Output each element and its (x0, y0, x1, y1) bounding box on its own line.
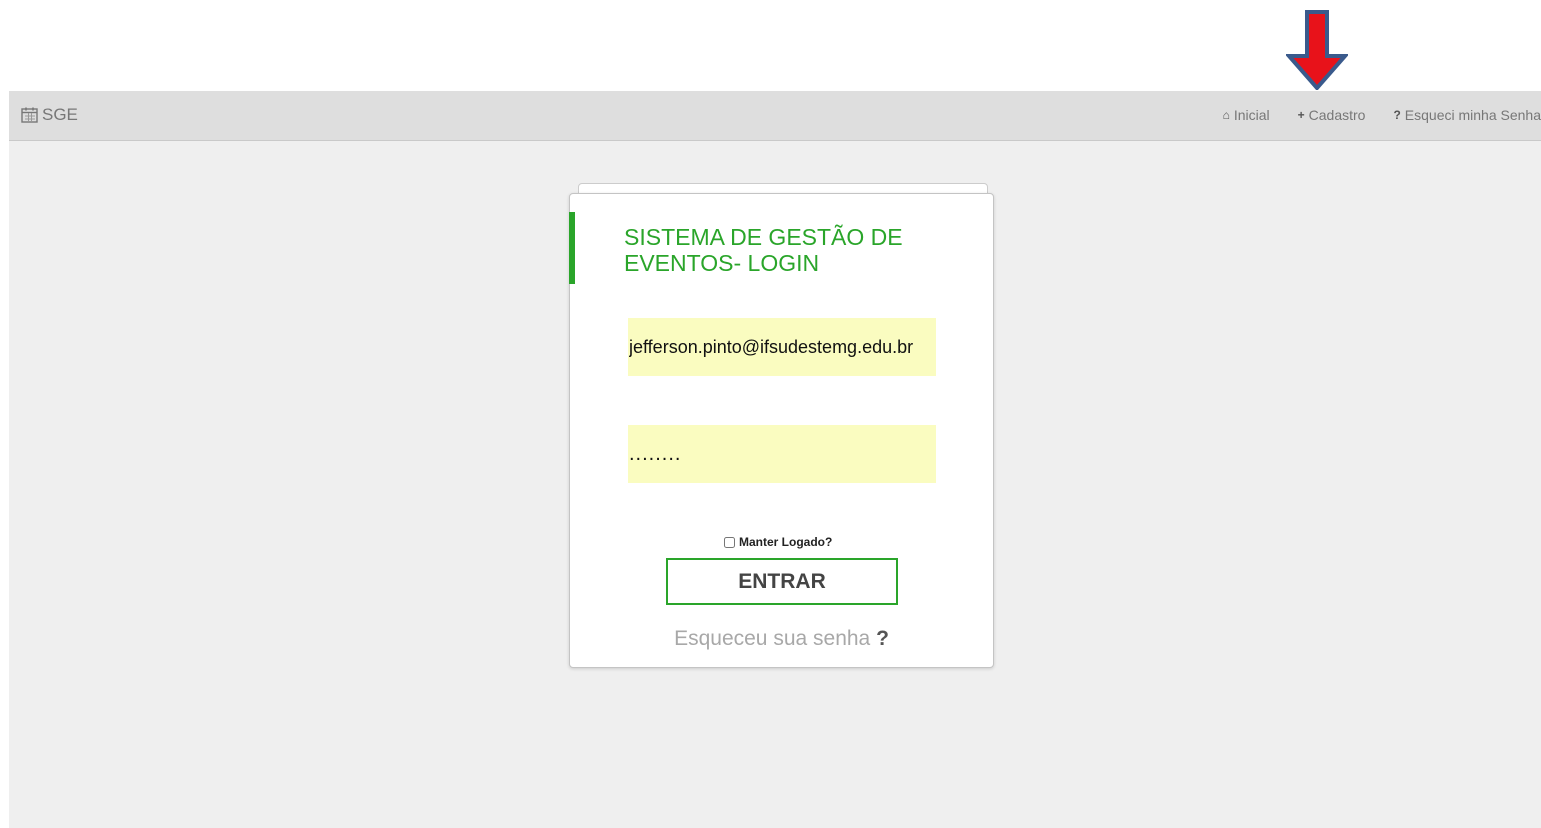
home-icon: ⌂ (1222, 108, 1230, 122)
forgot-password-label: Esqueceu sua senha (674, 627, 871, 650)
login-submit-button[interactable]: ENTRAR (666, 558, 898, 605)
title-accent-bar (569, 212, 575, 284)
keep-logged-label: Manter Logado? (739, 535, 833, 549)
brand[interactable]: SGE (21, 105, 78, 125)
keep-logged-option[interactable]: Manter Logado? (724, 535, 832, 549)
password-field[interactable] (628, 425, 936, 483)
down-arrow-icon (1286, 10, 1348, 90)
nav-links: ⌂ Inicial + Cadastro ? Esqueci minha Sen… (1195, 107, 1541, 123)
email-field[interactable] (628, 318, 936, 376)
login-title-line2: EVENTOS- LOGIN (624, 250, 820, 276)
plus-icon: + (1297, 108, 1305, 122)
nav-link-cadastro[interactable]: + Cadastro (1298, 107, 1366, 123)
nav-link-label: Esqueci minha Senha (1404, 107, 1541, 123)
login-title: SISTEMA DE GESTÃO DE EVENTOS- LOGIN (624, 224, 964, 276)
question-icon: ? (876, 627, 889, 650)
login-title-line1: SISTEMA DE GESTÃO DE (624, 224, 903, 250)
nav-link-label: Cadastro (1308, 107, 1366, 123)
keep-logged-checkbox[interactable] (724, 536, 735, 548)
page-background: SGE ⌂ Inicial + Cadastro ? Esqueci minha… (9, 91, 1541, 828)
nav-link-inicial[interactable]: ⌂ Inicial (1223, 107, 1270, 123)
forgot-password-link[interactable]: Esqueceu sua senha ? (570, 627, 993, 651)
nav-link-label: Inicial (1233, 107, 1270, 123)
login-card: SISTEMA DE GESTÃO DE EVENTOS- LOGIN Mant… (569, 193, 994, 668)
calendar-icon (21, 107, 38, 123)
nav-link-esqueci-senha[interactable]: ? Esqueci minha Senha (1393, 107, 1541, 123)
top-navbar: SGE ⌂ Inicial + Cadastro ? Esqueci minha… (9, 91, 1541, 141)
question-icon: ? (1393, 108, 1401, 122)
brand-label: SGE (42, 105, 78, 124)
